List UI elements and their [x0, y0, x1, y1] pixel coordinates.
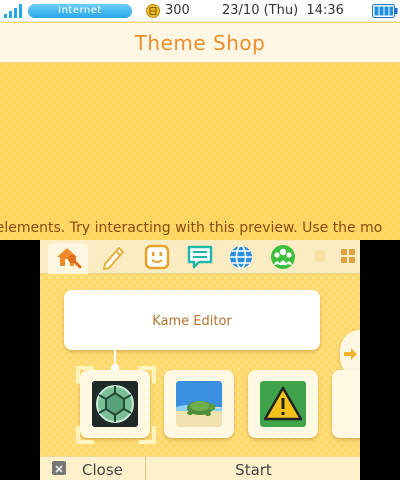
notifications-button[interactable]: [185, 243, 215, 271]
friend-list-button[interactable]: [268, 243, 298, 271]
face-button[interactable]: [142, 243, 172, 271]
selected-title: Kame Editor: [152, 314, 232, 329]
top-screen: Internet 300 23/10 (Thu) 14:36 Theme Sho…: [0, 0, 400, 240]
friends-icon: [271, 245, 295, 269]
selection-cursor: [76, 366, 156, 444]
face-icon: [144, 244, 170, 270]
internet-browser-button[interactable]: [226, 243, 256, 271]
battery-icon: [372, 4, 398, 18]
close-button[interactable]: Close: [40, 457, 146, 480]
selected-title-box: Kame Editor: [64, 290, 320, 350]
pencil-icon: [103, 247, 124, 270]
start-label: Start: [235, 461, 272, 479]
speech-bubble-icon: [187, 245, 213, 269]
brightness-icon[interactable]: [314, 250, 326, 262]
bottom-bar: Close Start: [40, 456, 360, 480]
title-bar: Theme Shop: [0, 23, 400, 63]
grid-icon[interactable]: [338, 246, 358, 266]
start-button[interactable]: Start: [147, 457, 360, 480]
bottom-screen: Kame Editor Close Start: [40, 240, 360, 480]
app-tile-turtle-photo[interactable]: [164, 370, 234, 438]
app-tile-partial[interactable]: [332, 370, 360, 438]
app-tile-warning[interactable]: [248, 370, 318, 438]
pencil-button[interactable]: [98, 243, 128, 271]
home-settings-button[interactable]: [48, 243, 88, 274]
connection-status: Internet: [28, 4, 132, 18]
arrow-right-icon: [344, 348, 357, 360]
page-title: Theme Shop: [134, 31, 266, 55]
close-label: Close: [82, 461, 123, 479]
x-button-icon: [52, 461, 66, 475]
globe-icon: [230, 245, 252, 269]
coin-icon: [146, 4, 160, 18]
warning-icon: [260, 381, 306, 427]
help-marquee-text: s elements. Try interacting with this pr…: [0, 220, 383, 236]
turtle-photo-icon: [176, 381, 222, 427]
datetime: 23/10 (Thu) 14:36: [222, 3, 344, 18]
status-bar: Internet 300 23/10 (Thu) 14:36: [0, 0, 400, 22]
coin-count: 300: [165, 3, 190, 18]
home-icon: [57, 248, 82, 269]
toolbar: [40, 240, 360, 274]
help-marquee: s elements. Try interacting with this pr…: [0, 219, 400, 239]
signal-icon: [4, 4, 22, 18]
